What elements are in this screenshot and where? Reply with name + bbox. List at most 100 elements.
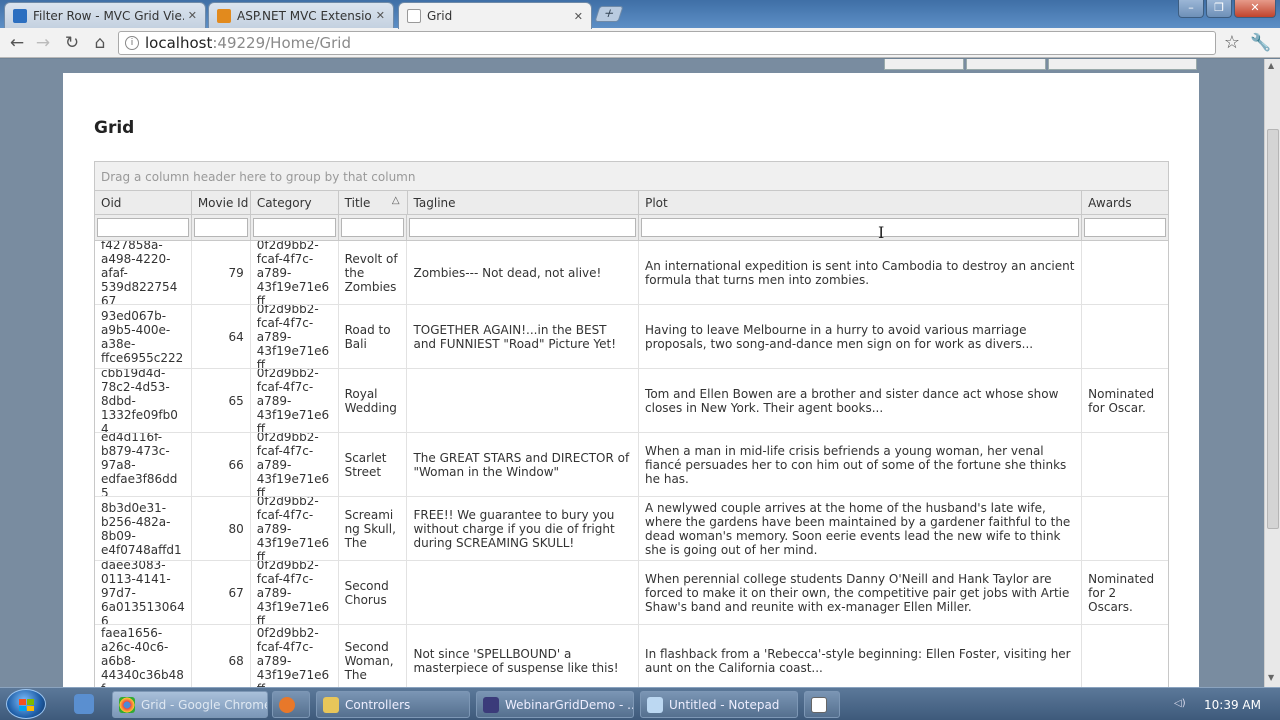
cell-tagline xyxy=(407,369,640,432)
taskbar-item-editor[interactable] xyxy=(804,691,840,718)
page-info-icon[interactable]: i xyxy=(125,36,139,50)
tab-aspnet-mvc-extensions[interactable]: ASP.NET MVC Extensions... ✕ xyxy=(208,2,394,28)
forward-arrow-icon[interactable]: → xyxy=(32,32,54,54)
page-content: Grid Drag a column header here to group … xyxy=(63,73,1199,687)
cell-oid: faea1656-a26c-40c6-a6b8-44340c36b48f xyxy=(95,625,192,687)
cell-awards: Nominated for Oscar. xyxy=(1082,369,1168,432)
tab-close-icon[interactable]: ✕ xyxy=(188,9,197,22)
cell-text: Second Chorus xyxy=(344,578,389,607)
table-row[interactable]: cbb19d4d-78c2-4d53-8dbd-1332fe09fb04 65 0f… xyxy=(95,369,1168,433)
cell-text: Having to leave Melbourne in a hurry to … xyxy=(645,322,1034,351)
taskbar-item-chrome[interactable]: Grid - Google Chrome xyxy=(112,691,268,718)
filter-cell xyxy=(192,215,251,240)
taskbar-item-notepad[interactable]: Untitled - Notepad xyxy=(640,691,798,718)
home-icon[interactable]: ⌂ xyxy=(89,32,111,54)
cell-tagline: TOGETHER AGAIN!...in the BEST and FUNNIE… xyxy=(407,305,640,368)
filter-cell xyxy=(1082,215,1168,240)
cell-text: 0f2d9bb2-fcaf-4f7c-a789-43f19e71e6ff xyxy=(256,433,330,496)
taskbar-label: Controllers xyxy=(345,697,411,712)
cell-plot: In flashback from a 'Rebecca'-style begi… xyxy=(639,625,1083,687)
start-button[interactable] xyxy=(6,689,46,719)
visual-studio-icon xyxy=(483,696,499,713)
notepad-icon xyxy=(647,696,663,713)
column-header-oid[interactable]: Oid xyxy=(95,191,192,214)
cell-plot: Having to leave Melbourne in a hurry to … xyxy=(639,305,1083,368)
address-bar[interactable]: i localhost :49229/Home/Grid xyxy=(118,31,1216,55)
column-header-title[interactable]: Title △ xyxy=(339,191,408,214)
filter-cell xyxy=(407,215,639,240)
table-row[interactable]: 8b3d0e31-b256-482a-8b09-e4f0748affd1 80 0f… xyxy=(95,497,1168,561)
filter-input-title[interactable] xyxy=(340,218,405,237)
column-header-plot[interactable]: Plot xyxy=(639,191,1083,214)
table-row[interactable]: f427858a-a498-4220-afaf-539d82275467 79 0f… xyxy=(95,241,1168,305)
reload-icon[interactable]: ↻ xyxy=(61,32,83,54)
cell-title: Scarlet Street xyxy=(339,433,408,496)
cell-title: Second Chorus xyxy=(339,561,408,624)
clock[interactable]: 10:39 AM xyxy=(1204,698,1261,712)
tab-label: Filter Row - MVC Grid Vie... xyxy=(33,8,184,23)
column-header-label: Title xyxy=(344,196,371,210)
cell-category: 0f2d9bb2-fcaf-4f7c-a789-43f19e71e6ff xyxy=(251,561,339,624)
cell-movie-id: 68 xyxy=(192,625,251,687)
tab-grid[interactable]: Grid ✕ xyxy=(398,2,592,29)
filter-input-category[interactable] xyxy=(252,218,336,237)
filter-input-oid[interactable] xyxy=(97,218,189,237)
volume-icon[interactable]: ◁) xyxy=(1174,698,1186,709)
taskbar-item-controllers[interactable]: Controllers xyxy=(316,691,470,718)
menu-tab[interactable] xyxy=(1047,59,1198,70)
column-header-movie-id[interactable]: Movie Id xyxy=(192,191,251,214)
scrollbar-thumb[interactable] xyxy=(1267,129,1279,529)
column-header-category[interactable]: Category xyxy=(251,191,339,214)
group-panel[interactable]: Drag a column header here to group by th… xyxy=(95,162,1168,191)
taskbar-item-visual-studio[interactable]: WebinarGridDemo - ... xyxy=(476,691,634,718)
column-header-awards[interactable]: Awards xyxy=(1082,191,1168,214)
cell-title: Screaming Skull, The xyxy=(339,497,408,560)
bookmark-star-icon[interactable]: ☆ xyxy=(1221,32,1243,54)
url-host: localhost xyxy=(145,34,213,52)
filter-input-plot[interactable] xyxy=(641,218,1080,237)
cell-text: Not since 'SPELLBOUND' a masterpiece of … xyxy=(413,646,619,675)
cell-text: Tom and Ellen Bowen are a brother and si… xyxy=(645,386,1059,415)
cell-movie-id: 80 xyxy=(192,497,251,560)
cell-text: 68 xyxy=(228,653,244,668)
scroll-up-arrow-icon[interactable]: ▲ xyxy=(1268,61,1274,70)
cell-text: 67 xyxy=(228,585,244,600)
restore-icon[interactable]: ❐ xyxy=(1206,0,1232,18)
column-header-tagline[interactable]: Tagline xyxy=(408,191,640,214)
tab-close-icon[interactable]: ✕ xyxy=(376,9,385,22)
ie-quick-launch-icon[interactable] xyxy=(74,694,94,714)
back-arrow-icon[interactable]: ← xyxy=(6,32,28,54)
table-row[interactable]: 93ed067b-a9b5-400e-a38e-ffce6955c222 64 0f… xyxy=(95,305,1168,369)
wrench-menu-icon[interactable]: 🔧 xyxy=(1250,32,1272,54)
cell-text: Royal Wedding xyxy=(344,386,397,415)
new-tab-button[interactable]: + xyxy=(594,6,624,22)
cell-oid: ed4d116f-b879-473c-97a8-edfae3f86dd5 xyxy=(95,433,192,496)
cell-text: Screaming Skull, The xyxy=(344,507,396,550)
cell-text: 65 xyxy=(228,393,244,408)
scroll-down-arrow-icon[interactable]: ▼ xyxy=(1268,673,1274,682)
table-row[interactable]: faea1656-a26c-40c6-a6b8-44340c36b48f 68 0f… xyxy=(95,625,1168,687)
cell-title: Revolt of the Zombies xyxy=(339,241,408,304)
cell-title: Second Woman, The xyxy=(339,625,408,687)
tab-label: ASP.NET MVC Extensions... xyxy=(237,8,372,23)
cell-text: 0f2d9bb2-fcaf-4f7c-a789-43f19e71e6ff xyxy=(256,625,330,688)
cell-movie-id: 67 xyxy=(192,561,251,624)
minimize-icon[interactable]: – xyxy=(1178,0,1204,18)
menu-tab[interactable] xyxy=(884,59,964,70)
filter-input-awards[interactable] xyxy=(1084,218,1166,237)
table-row[interactable]: ed4d116f-b879-473c-97a8-edfae3f86dd5 66 0f… xyxy=(95,433,1168,497)
cell-text: 64 xyxy=(228,329,244,344)
filter-input-tagline[interactable] xyxy=(409,218,636,237)
vertical-scrollbar[interactable]: ▲ ▼ xyxy=(1264,59,1280,687)
taskbar-item-firefox[interactable] xyxy=(272,691,310,718)
filter-input-movie-id[interactable] xyxy=(193,218,248,237)
cell-category: 0f2d9bb2-fcaf-4f7c-a789-43f19e71e6ff xyxy=(251,497,339,560)
menu-tab[interactable] xyxy=(965,59,1046,70)
cell-text: An international expedition is sent into… xyxy=(645,258,1075,287)
cell-awards xyxy=(1082,497,1168,560)
tab-close-icon[interactable]: ✕ xyxy=(574,10,583,23)
text-cursor-icon: I xyxy=(878,223,885,242)
tab-filter-row[interactable]: Filter Row - MVC Grid Vie... ✕ xyxy=(4,2,206,28)
close-window-icon[interactable]: ✕ xyxy=(1234,0,1276,18)
table-row[interactable]: daee3083-0113-4141-97d7-6a0135130646 67 0f… xyxy=(95,561,1168,625)
